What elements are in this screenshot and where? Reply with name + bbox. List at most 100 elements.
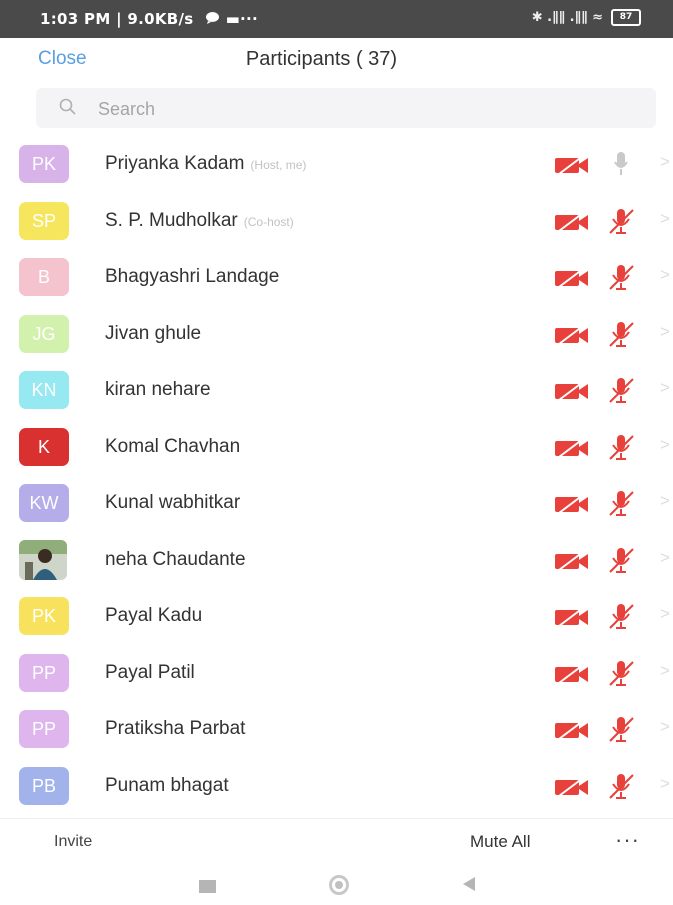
more-options-button[interactable]: ···	[615, 827, 640, 853]
chevron-right-icon: >	[660, 547, 670, 567]
chevron-right-icon: >	[660, 265, 670, 284]
avatar: JG	[19, 314, 69, 353]
invite-button[interactable]: Invite	[54, 833, 92, 851]
avatar: K	[19, 427, 69, 466]
participant-name-wrap: Payal Patil	[105, 662, 195, 684]
mic-muted-icon	[606, 713, 636, 745]
video-off-icon	[553, 267, 591, 289]
nav-bar	[0, 864, 673, 905]
chat-bubble-icon	[205, 10, 220, 28]
participant-name: Kunal wabhitkar	[105, 492, 241, 513]
participant-role-tag: (Host, me)	[250, 158, 307, 172]
chevron-right-icon: >	[660, 152, 670, 171]
status-dots: ▬···	[225, 10, 259, 28]
participant-row[interactable]: K Komal Chavhan >	[0, 419, 673, 476]
mic-muted-icon	[606, 318, 636, 350]
participant-name-wrap: Komal Chavhan	[105, 436, 240, 458]
participant-row[interactable]: PK Priyanka Kadam (Host, me) >	[0, 136, 673, 193]
video-off-icon	[553, 154, 591, 176]
video-off-icon	[553, 211, 591, 233]
participant-name: neha Chaudante	[105, 548, 246, 570]
avatar: PP	[19, 710, 69, 748]
participant-name: Payal Patil	[105, 661, 195, 683]
page-title: Participants ( 37)	[245, 48, 398, 70]
participant-row[interactable]: SP S. P. Mudholkar (Co-host) >	[0, 193, 673, 250]
avatar: B	[19, 258, 69, 296]
participant-name: Bhagyashri Landage	[105, 266, 280, 287]
avatar: PP	[19, 653, 69, 692]
video-off-icon	[553, 719, 591, 741]
home-icon[interactable]	[329, 875, 349, 895]
recent-apps-icon[interactable]	[199, 880, 216, 893]
chevron-right-icon: >	[660, 321, 670, 341]
video-off-icon	[553, 776, 591, 798]
mute-all-button[interactable]: Mute All	[470, 832, 530, 852]
video-off-icon	[553, 606, 591, 628]
status-bar: 1:03 PM | 9.0KB/s ▬··· ✱ .∥∥ .∥∥ ≈ 87	[0, 0, 673, 38]
battery-icon: 87	[611, 9, 641, 26]
mic-muted-icon	[606, 431, 636, 463]
participant-row[interactable]: PP Payal Patil >	[0, 645, 673, 702]
video-off-icon	[553, 550, 591, 572]
participant-name: Punam bhagat	[105, 774, 229, 796]
participant-row[interactable]: JG Jivan ghule >	[0, 306, 673, 363]
signal-icons: ✱ .∥∥ .∥∥ ≈	[531, 10, 603, 25]
participant-row[interactable]: PP Pratiksha Parbat >	[0, 701, 673, 758]
participant-name-wrap: Priyanka Kadam (Host, me)	[105, 153, 306, 175]
video-off-icon	[553, 493, 591, 515]
bottom-bar: Invite Mute All ···	[0, 818, 673, 865]
participant-name-wrap: kiran nehare	[105, 379, 211, 401]
participant-name-wrap: neha Chaudante	[105, 549, 246, 571]
participant-name: kiran nehare	[105, 379, 211, 400]
mic-muted-icon	[606, 261, 636, 293]
status-right: ✱ .∥∥ .∥∥ ≈ 87	[532, 9, 641, 26]
search-icon	[58, 97, 78, 122]
participant-name-wrap: Jivan ghule	[105, 323, 201, 345]
participant-name-wrap: Payal Kadu	[105, 605, 202, 627]
chevron-right-icon: >	[660, 717, 670, 736]
participant-row[interactable]: KW Kunal wabhitkar >	[0, 475, 673, 532]
search-input[interactable]	[96, 94, 640, 124]
chevron-right-icon: >	[660, 378, 670, 397]
mic-muted-icon	[606, 205, 636, 237]
avatar	[19, 539, 67, 580]
participant-role-tag: (Co-host)	[243, 214, 294, 229]
video-off-icon	[553, 380, 591, 402]
back-icon[interactable]	[463, 877, 475, 891]
search-box[interactable]	[36, 88, 656, 128]
participant-name: S. P. Mudholkar	[105, 209, 238, 231]
video-off-icon	[553, 324, 591, 346]
participant-row[interactable]: B Bhagyashri Landage >	[0, 249, 673, 306]
participant-name-wrap: Punam bhagat	[105, 775, 229, 797]
participant-list: PK Priyanka Kadam (Host, me) > SP S. P. M…	[0, 136, 673, 814]
participant-row[interactable]: PK Payal Kadu >	[0, 588, 673, 645]
participant-name: Payal Kadu	[105, 605, 203, 626]
header: Close Participants ( 37)	[0, 38, 673, 84]
participant-row[interactable]: PB Punam bhagat >	[0, 758, 673, 815]
status-left: 1:03 PM | 9.0KB/s ▬···	[40, 10, 258, 28]
video-off-icon	[553, 663, 591, 685]
participant-name-wrap: Bhagyashri Landage	[105, 266, 279, 288]
mic-muted-icon	[606, 374, 636, 406]
chevron-right-icon: >	[660, 660, 670, 680]
chevron-right-icon: >	[660, 491, 670, 510]
chevron-right-icon: >	[660, 208, 670, 228]
chevron-right-icon: >	[660, 434, 670, 454]
participant-name: Jivan ghule	[105, 322, 202, 344]
participant-row[interactable]: KN kiran nehare >	[0, 362, 673, 419]
chevron-right-icon: >	[660, 604, 670, 623]
participant-name-wrap: S. P. Mudholkar (Co-host)	[105, 210, 294, 232]
mic-muted-icon	[606, 487, 636, 519]
avatar: SP	[19, 201, 69, 240]
mic-muted-icon	[606, 770, 636, 802]
video-off-icon	[553, 437, 591, 459]
mic-muted-icon	[606, 657, 636, 689]
participant-row[interactable]: neha Chaudante >	[0, 532, 673, 589]
avatar: KN	[19, 371, 69, 409]
mic-icon	[606, 148, 636, 180]
mic-muted-icon	[606, 544, 636, 576]
participant-name: Komal Chavhan	[105, 435, 241, 457]
participant-name: Priyanka Kadam	[105, 153, 245, 174]
avatar: KW	[19, 484, 69, 522]
avatar: PK	[19, 145, 69, 183]
